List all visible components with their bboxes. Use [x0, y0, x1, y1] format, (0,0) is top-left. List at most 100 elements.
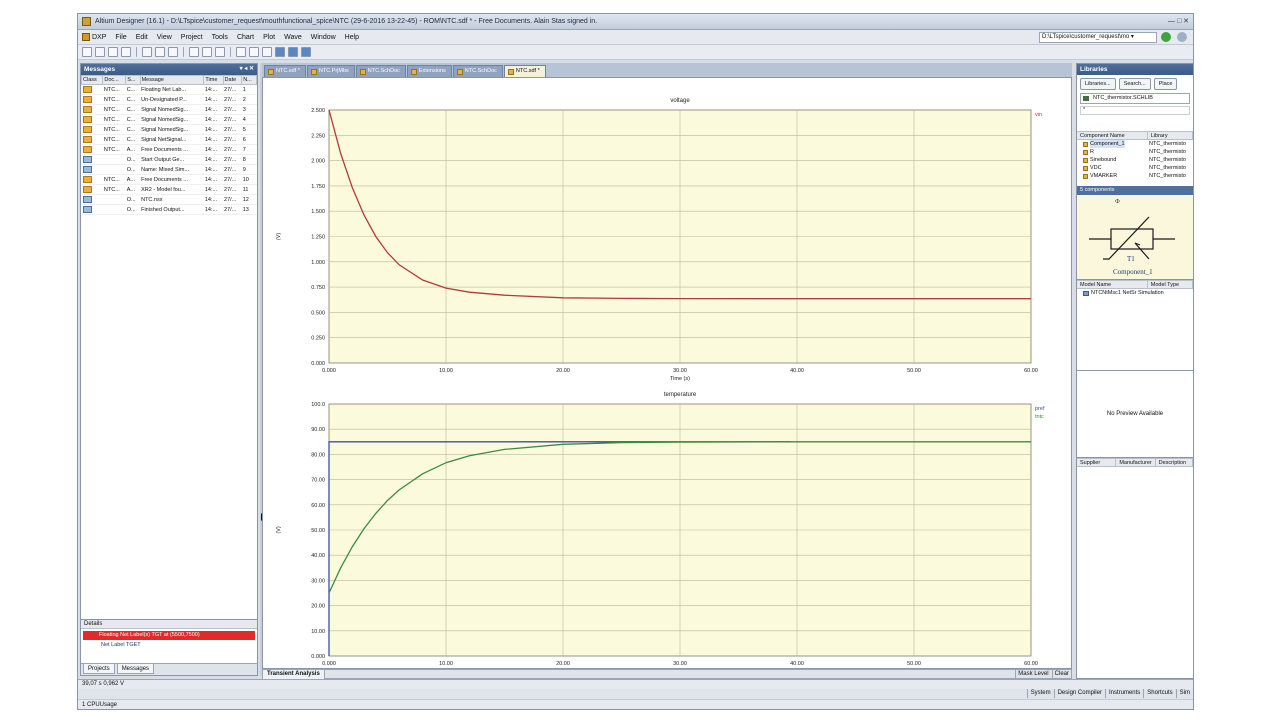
redo-icon[interactable] — [249, 47, 259, 57]
col-time[interactable]: Time — [203, 75, 224, 85]
col-document[interactable]: Doc... — [102, 75, 127, 85]
menu-chart[interactable]: Chart — [237, 34, 254, 41]
window-controls[interactable]: — □ ✕ — [1168, 17, 1189, 25]
chart-icon[interactable] — [275, 47, 285, 57]
col-class[interactable]: Class — [81, 75, 104, 85]
design-compiler-button[interactable]: Design Compiler — [1053, 689, 1105, 698]
message-row[interactable]: NTC... C... Signal NomedSig... 14:... 27/...… — [81, 104, 257, 115]
col-manufacturer[interactable]: Manufacturer — [1116, 459, 1156, 466]
library-select[interactable]: NTC_thermistor.SCHLIB — [1080, 93, 1190, 104]
go-icon[interactable] — [1161, 32, 1171, 42]
legend-vin[interactable]: vin — [1035, 112, 1042, 118]
message-row[interactable]: NTC... C... Un-Designated P... 14:... 27/...… — [81, 94, 257, 105]
tab-projects[interactable]: Projects — [83, 664, 115, 674]
libraries-panel-title: Libraries — [1080, 66, 1108, 73]
component-row[interactable]: VMARKER NTC_thermisto — [1077, 172, 1193, 180]
col-model-type[interactable]: Model Type — [1148, 281, 1193, 288]
menu-file[interactable]: File — [115, 34, 126, 41]
details-sub-row[interactable]: Net Label TGET — [101, 641, 255, 649]
warning-icon — [82, 86, 92, 93]
print-icon[interactable] — [121, 47, 131, 57]
menu-project[interactable]: Project — [181, 34, 203, 41]
message-number-cell: 7 — [241, 144, 257, 155]
message-row[interactable]: NTC... A... XR2 - Model fou... 14:... 27/...… — [81, 184, 257, 195]
col-library[interactable]: Library — [1148, 132, 1193, 139]
zoom-fit-icon[interactable] — [168, 47, 178, 57]
component-name-cell: VMARKER — [1077, 172, 1149, 180]
search-button[interactable]: Search... — [1118, 78, 1151, 90]
shortcuts-button[interactable]: Shortcuts — [1143, 689, 1175, 698]
nav-icon[interactable] — [1177, 32, 1187, 42]
menu-wave[interactable]: Wave — [284, 34, 302, 41]
menu-help[interactable]: Help — [345, 34, 359, 41]
message-row[interactable]: NTC... C... Signal NomedSig... 14:... 27/...… — [81, 124, 257, 135]
col-model-name[interactable]: Model Name — [1077, 281, 1148, 288]
col-source[interactable]: S... — [125, 75, 141, 85]
message-date-cell: 27/... — [223, 94, 242, 105]
message-row[interactable]: O... Start Output Ge... 14:... 27/... 8 — [81, 154, 257, 165]
document-tab[interactable]: NTC.sdf * — [503, 65, 546, 77]
component-row[interactable]: VDC NTC_thermisto — [1077, 164, 1193, 172]
message-number-cell: 8 — [241, 154, 257, 165]
legend-pref[interactable]: pref — [1035, 406, 1045, 412]
new-icon[interactable] — [82, 47, 92, 57]
message-row[interactable]: NTC... C... Floating Net Lab... 14:... 27/..… — [81, 84, 257, 95]
menu-tools[interactable]: Tools — [212, 34, 228, 41]
panel-controls[interactable]: ▾ ◂ ✕ — [240, 64, 254, 75]
cut-icon[interactable] — [189, 47, 199, 57]
tab-messages[interactable]: Messages — [116, 664, 155, 674]
mask-level-button[interactable]: Mask Level — [1015, 670, 1049, 679]
clear-button[interactable]: Clear — [1051, 670, 1069, 679]
path-dropdown[interactable]: D:\LTspice\customer_request\mo ▾ — [1039, 32, 1157, 43]
message-row[interactable]: O... Finished Output... 14:... 27/... 13 — [81, 204, 257, 215]
col-supplier[interactable]: Supplier — [1077, 459, 1117, 466]
menu-dxp[interactable]: DXP — [82, 33, 106, 41]
undo-icon[interactable] — [236, 47, 246, 57]
libraries-button[interactable]: Libraries... — [1080, 78, 1116, 90]
col-description[interactable]: Description — [1156, 459, 1193, 466]
message-row[interactable]: NTC... C... Signal NetSignal... 14:... 27/..… — [81, 134, 257, 145]
menu-edit[interactable]: Edit — [136, 34, 148, 41]
zoom-out-icon[interactable] — [155, 47, 165, 57]
details-error-row[interactable]: Floating Net Label(s) TGT at (5500,7500) — [83, 631, 255, 640]
col-message[interactable]: Message — [139, 75, 205, 85]
document-tab[interactable]: Extensions — [406, 65, 452, 77]
save-icon[interactable] — [108, 47, 118, 57]
component-library: NTC_thermisto — [1149, 149, 1186, 155]
component-list-header: Component Name Library — [1077, 131, 1193, 140]
document-tab[interactable]: NTC.sdf * — [264, 65, 306, 77]
menu-window[interactable]: Window — [311, 34, 336, 41]
col-date[interactable]: Date — [222, 75, 243, 85]
message-class-cell — [81, 194, 103, 205]
document-tab[interactable]: NTC.PrjMbs — [306, 65, 355, 77]
wave-icon[interactable] — [301, 47, 311, 57]
document-tab[interactable]: NTC.SchDoc — [355, 65, 406, 77]
system-button[interactable]: System — [1026, 689, 1054, 698]
component-row[interactable]: R NTC_thermisto — [1077, 148, 1193, 156]
copy-icon[interactable] — [202, 47, 212, 57]
menu-view[interactable]: View — [157, 34, 172, 41]
cursor-icon[interactable] — [262, 47, 272, 57]
component-row[interactable]: Component_1 NTC_thermisto — [1077, 140, 1193, 148]
instruments-button[interactable]: Instruments — [1104, 689, 1143, 698]
message-row[interactable]: NTC... C... Signal NomedSig... 14:... 27/...… — [81, 114, 257, 125]
message-row[interactable]: O... NTC.nsx 14:... 27/... 12 — [81, 194, 257, 205]
message-row[interactable]: O... Name: Mixed Sim... 14:... 27/... 9 — [81, 164, 257, 175]
tab-transient-analysis[interactable]: Transient Analysis — [263, 670, 325, 679]
col-number[interactable]: N... — [241, 75, 257, 85]
paste-icon[interactable] — [215, 47, 225, 57]
message-row[interactable]: NTC... A... Free Documents ... 14:... 27/...… — [81, 174, 257, 185]
sim-button[interactable]: Sim — [1175, 689, 1193, 698]
open-icon[interactable] — [95, 47, 105, 57]
message-row[interactable]: NTC... A... Free Documents ... 14:... 27/...… — [81, 144, 257, 155]
place-button[interactable]: Place — [1153, 78, 1178, 90]
component-row[interactable]: Sinebound NTC_thermisto — [1077, 156, 1193, 164]
model-row[interactable]: NTCNtMsc1 NetSr Simulation — [1077, 289, 1193, 298]
zoom-in-icon[interactable] — [142, 47, 152, 57]
component-filter-input[interactable]: * — [1080, 106, 1190, 115]
menu-plot[interactable]: Plot — [263, 34, 275, 41]
col-component-name[interactable]: Component Name — [1077, 132, 1148, 139]
document-tab[interactable]: NTC.SchDoc — [452, 65, 503, 77]
plot-icon[interactable] — [288, 47, 298, 57]
legend-tntc[interactable]: tntc — [1035, 414, 1044, 420]
